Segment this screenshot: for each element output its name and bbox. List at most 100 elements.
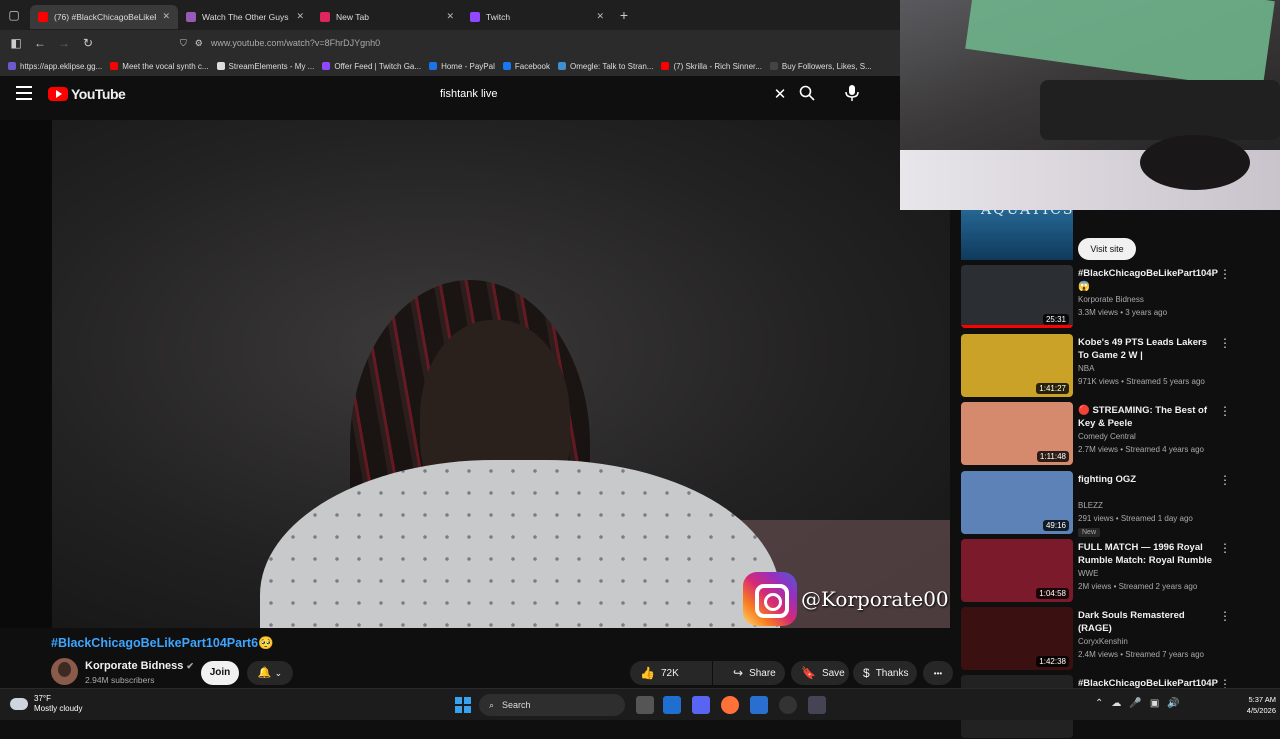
bookmark-label: Meet the vocal synth c... [122, 61, 209, 71]
video-title[interactable]: #BlackChicagoBeLikePart104Part6🥺 [51, 636, 274, 651]
duration-badge: 1:42:38 [1036, 656, 1069, 667]
bookmark-item[interactable]: Home - PayPal [429, 62, 495, 71]
app-icon-2[interactable] [750, 696, 768, 714]
channel-name-wrap[interactable]: Korporate Bidness ✔ [85, 660, 194, 672]
like-button[interactable]: 👍 72K [630, 661, 712, 685]
recommendation-item[interactable]: 1:04:58 FULL MATCH — 1996 Royal Rumble Ma… [961, 539, 1241, 603]
channel-avatar[interactable] [51, 658, 78, 685]
thanks-button[interactable]: $ Thanks [853, 661, 917, 685]
share-button[interactable]: ↪ Share [723, 661, 785, 685]
youtube-logo[interactable]: YouTube [48, 86, 126, 102]
browser-tab[interactable]: Watch The Other Guys (20 ✕ [178, 5, 312, 29]
recommendation-thumbnail[interactable]: 1:04:58 [961, 539, 1073, 602]
recommendation-title[interactable]: FULL MATCH — 1996 Royal Rumble Match: Ro… [1078, 541, 1218, 567]
clear-search-icon[interactable]: ✕ [768, 85, 792, 103]
bookmark-item[interactable]: Facebook [502, 62, 550, 71]
recommendation-title[interactable]: Kobe's 49 PTS Leads Lakers To Game 2 W |… [1078, 336, 1218, 362]
forward-icon[interactable]: → [52, 36, 76, 50]
browser-tab[interactable]: New Tab ✕ [312, 5, 462, 29]
recommendation-thumbnail[interactable]: 25:31 [961, 265, 1073, 328]
tab-favicon-icon [470, 11, 480, 22]
browser-tab[interactable]: (76) #BlackChicagoBeLikeP ✕ [30, 4, 178, 29]
save-button[interactable]: 🔖 Save [791, 661, 849, 685]
back-icon[interactable]: ← [28, 36, 52, 50]
bookmark-item[interactable]: Buy Followers, Likes, S... [769, 62, 872, 71]
task-view-icon[interactable] [636, 696, 654, 714]
close-tab-icon[interactable]: ✕ [162, 11, 170, 22]
recommendation-thumbnail[interactable]: 1:11:48 [961, 402, 1073, 465]
kebab-menu-icon[interactable]: ⋮ [1219, 473, 1231, 487]
search-button[interactable] [794, 80, 820, 106]
recommendation-channel[interactable]: Comedy Central [1078, 432, 1136, 441]
youtube-play-icon [48, 87, 68, 101]
recommendation-title[interactable]: 🔴 STREAMING: The Best of Key & Peele [1078, 404, 1218, 430]
recommendation-channel[interactable]: NBA [1078, 364, 1094, 373]
recommendation-item[interactable]: 49:16 fighting OGZ BLEZZ 291 views • Stream… [961, 471, 1241, 537]
firefox-icon[interactable] [721, 696, 739, 714]
kebab-menu-icon[interactable]: ⋮ [1219, 404, 1231, 418]
shield-icon[interactable]: ⛉ [180, 38, 187, 49]
recommendation-channel[interactable]: CoryxKenshin [1078, 637, 1128, 646]
kebab-menu-icon[interactable]: ⋮ [1219, 336, 1231, 350]
system-tray[interactable]: ⌃☁🎤▣🔊 [1095, 698, 1188, 709]
start-button[interactable] [455, 697, 471, 713]
new-tab-button[interactable]: + [612, 7, 636, 23]
bookmark-item[interactable]: StreamElements - My ... [216, 62, 314, 71]
recommendation-channel[interactable]: BLEZZ [1078, 501, 1103, 510]
address-bar[interactable]: ⛉ ⚙ www.youtube.com/watch?v=8FhrDJYgnh0 [180, 33, 896, 53]
recommendation-channel[interactable]: Korporate Bidness [1078, 295, 1144, 304]
clock[interactable]: 5:37 AM 4/5/2026 [1220, 694, 1276, 716]
recommendation-title[interactable]: fighting OGZ [1078, 473, 1218, 486]
instagram-watermark: @Korporate00 [743, 572, 949, 626]
url-text[interactable]: www.youtube.com/watch?v=8FhrDJYgnh0 [211, 38, 380, 48]
app-icon-1[interactable] [663, 696, 681, 714]
bookmark-item[interactable]: Meet the vocal synth c... [110, 61, 209, 71]
kebab-menu-icon[interactable]: ⋮ [1219, 541, 1231, 555]
reload-icon[interactable]: ↻ [76, 36, 100, 50]
close-tab-icon[interactable]: ✕ [446, 11, 454, 22]
recommendation-title[interactable]: Dark Souls Remastered (RAGE) [1078, 609, 1218, 635]
recommendation-item[interactable]: 1:41:27 Kobe's 49 PTS Leads Lakers To Gam… [961, 334, 1241, 398]
recommendation-item[interactable]: 1:42:38 Dark Souls Remastered (RAGE) Coryx… [961, 607, 1241, 671]
obs-icon[interactable] [779, 696, 797, 714]
tab-actions-icon[interactable]: ▢ [2, 8, 26, 22]
recommendation-item[interactable]: 1:11:48 🔴 STREAMING: The Best of Key & Pe… [961, 402, 1241, 466]
recommendation-thumbnail[interactable]: 1:42:38 [961, 607, 1073, 670]
join-button[interactable]: Join [201, 661, 239, 685]
kebab-menu-icon[interactable]: ⋮ [1219, 267, 1231, 281]
recommendation-thumbnail[interactable]: 49:16 [961, 471, 1073, 534]
channel-name[interactable]: Korporate Bidness [85, 660, 183, 672]
webcam-green-blanket [965, 0, 1275, 91]
recommendation-thumbnail[interactable]: 1:41:27 [961, 334, 1073, 397]
weather-widget[interactable]: 37°F Mostly cloudy [10, 694, 82, 714]
hamburger-menu-icon[interactable] [16, 86, 32, 100]
subscriber-count: 2.94M subscribers [85, 675, 155, 685]
recommendation-item[interactable]: 25:31 #BlackChicagoBeLikePart104Part7Fina… [961, 265, 1241, 329]
visit-site-button[interactable]: Visit site [1078, 238, 1136, 260]
more-actions-button[interactable]: ••• [923, 661, 953, 685]
search-input[interactable] [428, 88, 768, 100]
recommendation-channel[interactable]: WWE [1078, 569, 1098, 578]
tab-label: New Tab [336, 11, 369, 22]
notifications-button[interactable]: 🔔 ⌄ [247, 661, 293, 685]
close-tab-icon[interactable]: ✕ [296, 11, 304, 22]
app-icon-3[interactable] [808, 696, 826, 714]
sidebar-toggle-icon[interactable]: ◧ [4, 36, 28, 50]
bookmark-item[interactable]: Omegle: Talk to Stran... [558, 62, 653, 71]
kebab-menu-icon[interactable]: ⋮ [1219, 609, 1231, 623]
more-icon: ••• [933, 668, 943, 678]
bookmark-item[interactable]: https://app.eklipse.gg... [8, 62, 102, 71]
duration-badge: 1:41:27 [1036, 383, 1069, 394]
bookmark-label: Offer Feed | Twitch Ga... [334, 61, 422, 71]
video-player[interactable]: @Korporate00 [0, 120, 950, 628]
close-tab-icon[interactable]: ✕ [596, 11, 604, 22]
webcam-couch [1040, 80, 1280, 140]
bookmark-item[interactable]: (7) Skrilla - Rich Sinner... [661, 62, 762, 71]
voice-search-button[interactable] [838, 80, 866, 108]
bookmark-item[interactable]: Offer Feed | Twitch Ga... [322, 62, 421, 71]
recommendation-title[interactable]: #BlackChicagoBeLikePart104Part7Finale😱 [1078, 267, 1218, 293]
discord-icon[interactable] [692, 696, 710, 714]
taskbar-search[interactable]: ⌕ Search [479, 694, 625, 716]
browser-tab[interactable]: Twitch ✕ [462, 5, 612, 29]
site-info-icon[interactable]: ⚙ [195, 38, 203, 49]
